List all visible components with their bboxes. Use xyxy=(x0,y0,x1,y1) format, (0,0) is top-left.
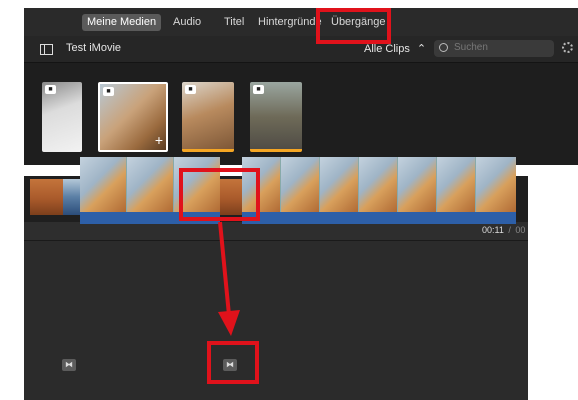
drag-arrow xyxy=(218,221,240,336)
